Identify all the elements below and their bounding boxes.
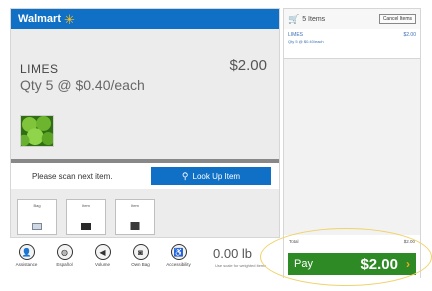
pay-amount: $2.00 [360, 255, 398, 273]
limes-icon [21, 116, 53, 146]
tile-label: Item [82, 203, 90, 208]
bag-icon: ◙ [132, 244, 149, 260]
assistance-label: Assistance [15, 262, 38, 267]
espanol-label: Español [56, 262, 73, 267]
line-item-name: LIMES [288, 32, 304, 38]
item-price: $2.00 [229, 57, 267, 74]
item-card: LIMES Qty 5 @ $0.40/each $2.00 [11, 29, 279, 157]
total-value: $2.00 [403, 239, 415, 244]
scan-prompt: Please scan next item. [32, 172, 113, 181]
tile-item-2[interactable]: Item [115, 199, 155, 235]
globe-icon: ◍ [56, 244, 73, 260]
item-qty: Qty 5 @ $0.40/each [20, 77, 145, 93]
item-name: LIMES [20, 62, 59, 76]
kiosk-main-panel: Walmart ✳ LIMES Qty 5 @ $0.40/each $2.00… [10, 8, 280, 238]
person-icon: 👤 [18, 244, 35, 260]
line-item-price: $2.00 [403, 32, 416, 38]
accessibility-icon: ♿ [170, 244, 187, 260]
item-icon [130, 222, 140, 230]
cart-count: 5 Items [302, 15, 326, 23]
speaker-icon: ◀ [94, 244, 111, 260]
item-icon [81, 223, 91, 230]
line-item-qty: Qty 5 @ $0.40/each [288, 39, 324, 44]
tile-bag[interactable]: Bag [17, 199, 57, 235]
volume-label: Volume [94, 262, 110, 267]
bag-icon [32, 223, 42, 230]
scan-row: Please scan next item. ⚲ Look Up Item [11, 163, 279, 189]
pay-label: Pay [294, 258, 313, 270]
volume-button[interactable]: ◀ Volume [86, 240, 119, 280]
total-area: Total $2.00 Pay $2.00 › [284, 235, 420, 279]
cart-line-item[interactable]: LIMES $2.00 Qty 5 @ $0.40/each [284, 29, 420, 59]
search-icon: ⚲ [181, 170, 189, 181]
tile-label: Bag [33, 203, 41, 208]
walmart-logo: Walmart [18, 13, 61, 25]
spark-icon: ✳ [64, 11, 75, 27]
bottom-toolbar: 👤 Assistance ◍ Español ◀ Volume ◙ Own Ba… [10, 240, 270, 280]
look-up-item-label: Look Up Item [192, 171, 241, 181]
chevron-right-icon: › [406, 257, 410, 271]
own-bag-button[interactable]: ◙ Own Bag [124, 240, 157, 280]
accessibility-label: Accessibility [166, 262, 191, 267]
tile-label: Item [131, 203, 139, 208]
own-bag-label: Own Bag [131, 262, 150, 267]
assistance-button[interactable]: 👤 Assistance [10, 240, 43, 280]
total-label: Total [289, 239, 299, 244]
cart-panel: 🛒 5 Items Cancel Items LIMES $2.00 Qty 5… [283, 8, 421, 279]
quick-tiles: Bag Item Item [17, 199, 155, 235]
look-up-item-button[interactable]: ⚲ Look Up Item [151, 167, 271, 185]
limes-image [20, 115, 54, 147]
header-bar: Walmart ✳ [11, 9, 279, 29]
tile-item-1[interactable]: Item [66, 199, 106, 235]
cancel-items-button[interactable]: Cancel Items [378, 14, 416, 24]
cart-icon: 🛒 [288, 13, 300, 24]
scale-weight: 0.00 lb [213, 246, 253, 261]
pay-button[interactable]: Pay $2.00 › [288, 253, 416, 275]
accessibility-button[interactable]: ♿ Accessibility [162, 240, 195, 280]
espanol-button[interactable]: ◍ Español [48, 240, 81, 280]
scale-note: Use scale for weighted items [215, 263, 267, 268]
cart-header: 🛒 5 Items Cancel Items [284, 9, 420, 29]
